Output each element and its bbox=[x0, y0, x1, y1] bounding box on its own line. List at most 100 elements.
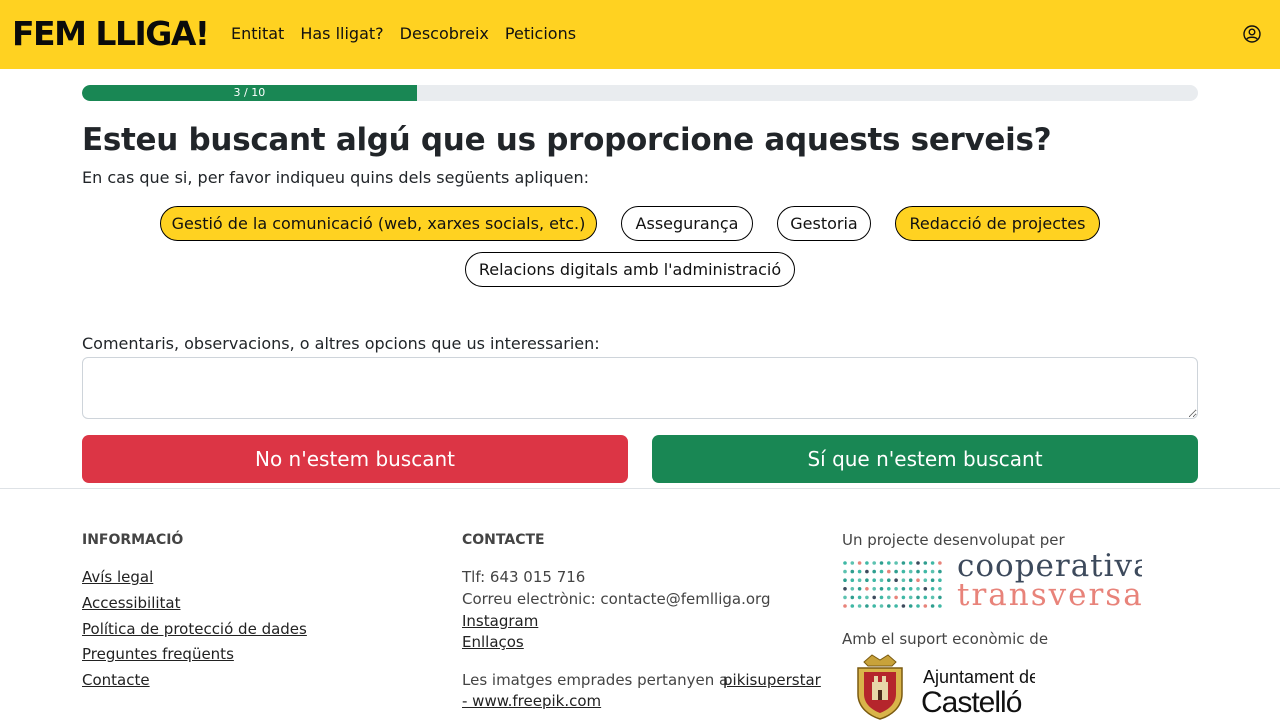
logo-dot bbox=[879, 604, 884, 608]
footer-link-freepik[interactable]: - www.freepik.com bbox=[462, 692, 601, 710]
logo-dot bbox=[879, 569, 884, 574]
logo-dot bbox=[938, 587, 942, 591]
logo-dot bbox=[872, 578, 876, 582]
coat-of-arms-icon bbox=[857, 654, 903, 720]
footer-link-politica-dades[interactable]: Política de protecció de dades bbox=[82, 620, 307, 638]
logo-dot bbox=[930, 561, 935, 565]
logo-dot bbox=[938, 569, 942, 574]
logo-dot bbox=[887, 578, 891, 582]
logo-dot bbox=[857, 561, 862, 565]
logo-dot bbox=[894, 595, 898, 600]
logo-dot bbox=[850, 561, 855, 565]
logo-dot bbox=[865, 561, 869, 565]
option-gestoria[interactable]: Gestoria bbox=[777, 206, 871, 241]
logo-dot bbox=[872, 604, 876, 608]
logo-dot bbox=[938, 595, 942, 600]
logo-dot bbox=[865, 569, 869, 574]
logo-dot bbox=[923, 587, 928, 591]
logo-dot bbox=[916, 578, 920, 582]
logo-dot bbox=[865, 587, 869, 591]
logo-dot bbox=[930, 569, 935, 574]
logo-dot bbox=[901, 569, 906, 574]
logo-dot bbox=[923, 569, 928, 574]
logo-dot bbox=[865, 595, 869, 600]
logo-dot bbox=[901, 578, 906, 582]
logo-dot bbox=[879, 587, 884, 591]
nav-link-descobreix[interactable]: Descobreix bbox=[400, 24, 489, 44]
logo-dot bbox=[908, 561, 913, 565]
council-name-line-1: Ajuntament de bbox=[923, 667, 1035, 687]
yes-looking-button[interactable]: Sí que n'estem buscant bbox=[652, 435, 1198, 483]
logo-dot bbox=[930, 604, 935, 608]
option-redaccio-projectes[interactable]: Redacció de projectes bbox=[895, 206, 1100, 241]
progress-fill: 3 / 10 bbox=[82, 85, 417, 101]
logo-dot bbox=[879, 595, 884, 600]
logo-dot bbox=[908, 604, 913, 608]
question-hint: En cas que si, per favor indiqueu quins … bbox=[82, 168, 589, 187]
logo-dot bbox=[843, 587, 847, 591]
logo-dot bbox=[894, 604, 898, 608]
brand-logo[interactable]: FEM LLIGA! bbox=[12, 14, 210, 54]
logo-dot bbox=[901, 595, 906, 600]
footer-support-text: Amb el suport econòmic de bbox=[842, 630, 1049, 648]
logo-dot bbox=[930, 578, 935, 582]
navbar: FEM LLIGA! Entitat Has lligat? Descobrei… bbox=[0, 0, 1280, 69]
footer-contact-heading: CONTACTE bbox=[462, 532, 545, 548]
logo-dot bbox=[930, 595, 935, 600]
logo-dot bbox=[923, 561, 928, 565]
coop-name-line-2: transversal bbox=[957, 577, 1142, 609]
logo-dot bbox=[843, 578, 847, 582]
cooperativa-transversal-logo[interactable]: cooperativa transversal bbox=[842, 549, 1142, 609]
comments-textarea[interactable] bbox=[82, 357, 1198, 419]
user-circle-icon[interactable] bbox=[1243, 25, 1261, 43]
logo-dot bbox=[894, 569, 898, 574]
footer-link-contacte[interactable]: Contacte bbox=[82, 671, 150, 689]
footer-link-avis-legal[interactable]: Avís legal bbox=[82, 568, 153, 586]
logo-dot bbox=[850, 578, 855, 582]
nav-menu: Entitat Has lligat? Descobreix Peticions bbox=[231, 24, 576, 44]
logo-dot bbox=[908, 587, 913, 591]
logo-dot bbox=[894, 578, 898, 582]
option-gestio-comunicacio[interactable]: Gestió de la comunicació (web, xarxes so… bbox=[160, 206, 597, 241]
option-asseguranca[interactable]: Assegurança bbox=[621, 206, 753, 241]
not-looking-button[interactable]: No n'estem buscant bbox=[82, 435, 628, 483]
logo-dot bbox=[879, 561, 884, 565]
logo-dot bbox=[857, 595, 862, 600]
logo-dot bbox=[887, 569, 891, 574]
logo-dot bbox=[850, 604, 855, 608]
logo-dot bbox=[901, 604, 906, 608]
footer-link-preguntes[interactable]: Preguntes freqüents bbox=[82, 645, 234, 663]
nav-link-has-lligat[interactable]: Has lligat? bbox=[300, 24, 383, 44]
logo-dot bbox=[916, 604, 920, 608]
footer-link-pikisuperstar[interactable]: pikisuperstar bbox=[723, 671, 821, 689]
progress-bar: 3 / 10 bbox=[82, 85, 1198, 101]
comments-label: Comentaris, observacions, o altres opcio… bbox=[82, 334, 600, 353]
logo-dot bbox=[916, 595, 920, 600]
logo-dot bbox=[850, 595, 855, 600]
logo-dot bbox=[865, 604, 869, 608]
footer-phone: Tlf: 643 015 716 bbox=[462, 568, 586, 586]
logo-dot bbox=[857, 569, 862, 574]
question-title: Esteu buscant algú que us proporcione aq… bbox=[82, 122, 1052, 158]
logo-dot bbox=[916, 569, 920, 574]
footer-link-instagram[interactable]: Instagram bbox=[462, 612, 538, 630]
logo-dot bbox=[938, 578, 942, 582]
logo-dot bbox=[872, 561, 876, 565]
logo-dot bbox=[923, 578, 928, 582]
nav-link-peticions[interactable]: Peticions bbox=[505, 24, 576, 44]
logo-dot bbox=[916, 587, 920, 591]
ajuntament-castello-logo[interactable]: Ajuntament de Castelló bbox=[850, 652, 1035, 720]
nav-link-entitat[interactable]: Entitat bbox=[231, 24, 284, 44]
logo-dot bbox=[843, 595, 847, 600]
logo-dot bbox=[857, 587, 862, 591]
logo-dot-grid bbox=[843, 561, 942, 608]
footer-link-accessibilitat[interactable]: Accessibilitat bbox=[82, 594, 181, 612]
logo-dot bbox=[843, 561, 847, 565]
option-relacions-digitals[interactable]: Relacions digitals amb l'administració bbox=[465, 252, 795, 287]
logo-dot bbox=[908, 569, 913, 574]
logo-dot bbox=[908, 578, 913, 582]
logo-dot bbox=[879, 578, 884, 582]
footer-link-enllacos[interactable]: Enllaços bbox=[462, 633, 524, 651]
footer-developed-by: Un projecte desenvolupat per bbox=[842, 531, 1065, 549]
logo-dot bbox=[887, 595, 891, 600]
